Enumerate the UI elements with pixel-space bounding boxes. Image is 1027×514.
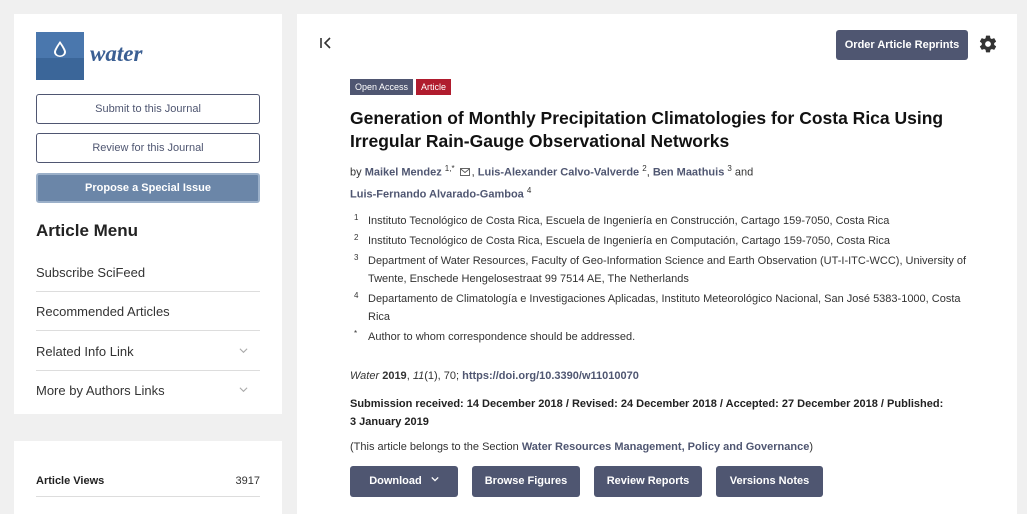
- article-actions: Download Browse Figures Review Reports V…: [350, 466, 823, 497]
- menu-item-label: More by Authors Links: [36, 383, 165, 398]
- propose-special-issue-button[interactable]: Propose a Special Issue: [36, 173, 260, 203]
- water-drop-icon: [36, 32, 84, 80]
- order-reprints-button[interactable]: Order Article Reprints: [836, 30, 968, 60]
- article-views-value: 3917: [235, 475, 260, 487]
- author-affil-ref: 1,*: [444, 164, 455, 173]
- versions-notes-button[interactable]: Versions Notes: [716, 466, 823, 497]
- gear-icon[interactable]: [978, 34, 998, 54]
- author-link[interactable]: Luis-Fernando Alvarado-Gamboa: [350, 188, 524, 200]
- menu-item-label: Related Info Link: [36, 344, 134, 359]
- section-prefix: (This article belongs to the Section: [350, 441, 522, 453]
- author-link[interactable]: Ben Maathuis: [653, 167, 725, 179]
- affiliation-number: *: [354, 329, 358, 338]
- citation-year: 2019: [382, 370, 407, 382]
- citation-volume: 11: [412, 370, 425, 382]
- collapse-sidebar-icon[interactable]: [319, 36, 333, 50]
- and-label: and: [734, 166, 754, 179]
- article-views-label: Article Views: [36, 475, 105, 487]
- open-access-badge: Open Access: [350, 79, 414, 95]
- publication-dates: Submission received: 14 December 2018 / …: [350, 398, 944, 428]
- article-content: Order Article Reprints Open Access Artic…: [297, 14, 1017, 514]
- section-link[interactable]: Water Resources Management, Policy and G…: [522, 441, 810, 453]
- affiliation-item: 3 Department of Water Resources, Faculty…: [350, 252, 970, 288]
- chevron-down-icon: [239, 387, 248, 393]
- menu-item-label: Recommended Articles: [36, 304, 170, 319]
- affiliation-item: 4 Departamento de Climatología e Investi…: [350, 290, 970, 326]
- by-label: by: [350, 166, 362, 179]
- author-link[interactable]: Maikel Mendez: [365, 167, 442, 179]
- citation-issue: (1), 70;: [424, 370, 463, 382]
- article-menu-title: Article Menu: [36, 221, 139, 240]
- author-affil-ref: 3: [727, 164, 732, 173]
- affiliation-text: Instituto Tecnológico de Costa Rica, Esc…: [368, 215, 890, 227]
- affiliation-text: Department of Water Resources, Faculty o…: [368, 255, 967, 285]
- affiliation-item: 1 Instituto Tecnológico de Costa Rica, E…: [350, 212, 970, 230]
- menu-item-more-by-authors[interactable]: More by Authors Links: [36, 371, 260, 410]
- divider: [36, 496, 260, 497]
- affiliation-text: Author to whom correspondence should be …: [368, 331, 636, 343]
- journal-name: water: [90, 41, 143, 66]
- menu-item-subscribe-scifeed[interactable]: Subscribe SciFeed: [36, 253, 260, 292]
- section-info: (This article belongs to the Section Wat…: [350, 441, 813, 453]
- journal-name: Water: [350, 370, 380, 382]
- review-journal-button[interactable]: Review for this Journal: [36, 133, 260, 163]
- review-reports-button[interactable]: Review Reports: [594, 466, 702, 497]
- article-stats: Article Views 3917: [14, 441, 282, 514]
- menu-item-label: Subscribe SciFeed: [36, 265, 146, 280]
- citation: Water 2019, 11(1), 70; https://doi.org/1…: [350, 370, 639, 382]
- chevron-down-icon: [431, 476, 439, 482]
- affiliation-item: * Author to whom correspondence should b…: [350, 328, 970, 346]
- affiliation-text: Instituto Tecnológico de Costa Rica, Esc…: [368, 235, 890, 247]
- menu-item-recommended-articles[interactable]: Recommended Articles: [36, 292, 260, 331]
- article-badges: Open Access Article: [350, 79, 452, 95]
- article-title: Generation of Monthly Precipitation Clim…: [350, 108, 944, 151]
- author-affil-ref: 4: [526, 185, 532, 195]
- affiliation-number: 4: [354, 291, 359, 300]
- author-link[interactable]: Luis-Alexander Calvo-Valverde: [478, 167, 639, 179]
- chevron-down-icon: [239, 348, 248, 354]
- author-list: by Maikel Mendez 1,* , Luis-Alexander Ca…: [350, 164, 754, 201]
- download-label: Download: [369, 475, 422, 487]
- affiliation-number: 1: [354, 213, 359, 222]
- article-type-badge: Article: [416, 79, 452, 95]
- mail-icon[interactable]: [459, 167, 470, 176]
- affiliation-number: 3: [354, 253, 359, 262]
- affiliation-number: 2: [354, 233, 359, 242]
- affiliation-item: 2 Instituto Tecnológico de Costa Rica, E…: [350, 232, 970, 250]
- affiliation-text: Departamento de Climatología e Investiga…: [368, 293, 961, 323]
- download-button[interactable]: Download: [350, 466, 458, 497]
- author-affil-ref: 2: [642, 164, 647, 173]
- journal-logo[interactable]: water: [36, 32, 142, 80]
- affiliations-list: 1 Instituto Tecnológico de Costa Rica, E…: [350, 212, 970, 348]
- doi-link[interactable]: https://doi.org/10.3390/w11010070: [462, 370, 639, 382]
- menu-item-related-info-link[interactable]: Related Info Link: [36, 332, 260, 371]
- browse-figures-button[interactable]: Browse Figures: [472, 466, 580, 497]
- section-suffix: ): [809, 441, 814, 453]
- sidebar: water Submit to this Journal Review for …: [14, 14, 282, 414]
- submit-journal-button[interactable]: Submit to this Journal: [36, 94, 260, 124]
